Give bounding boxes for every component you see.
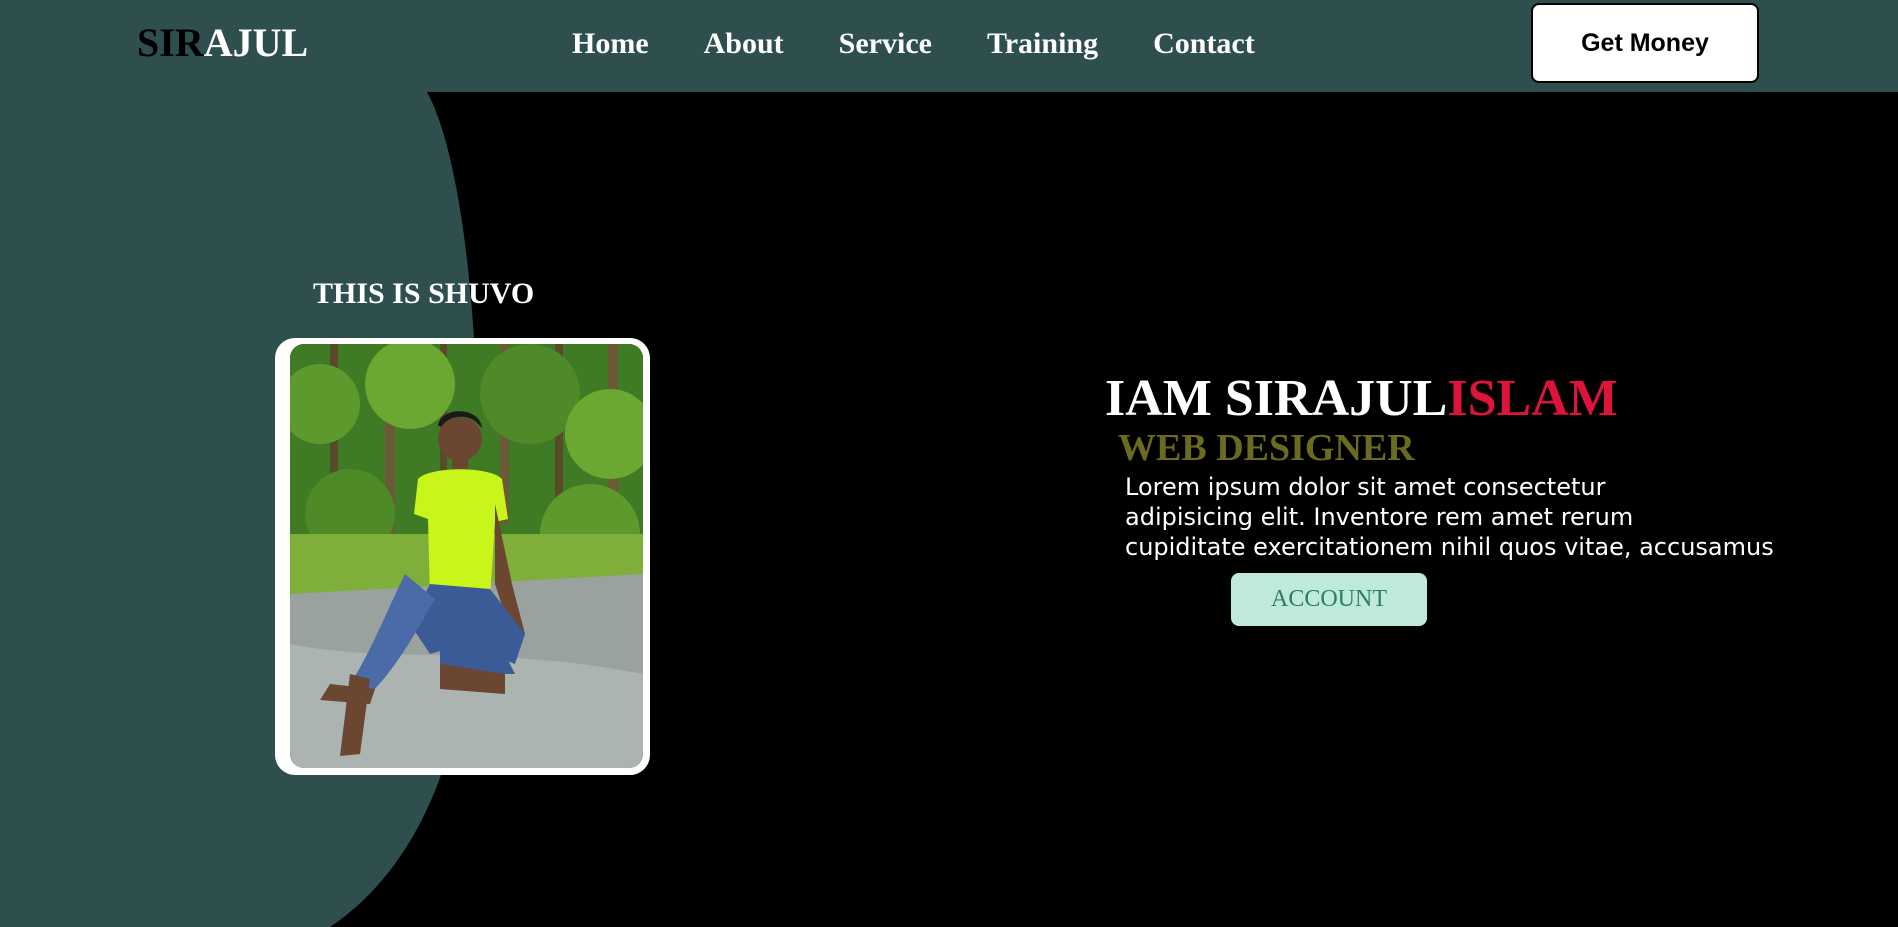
hero-heading-main: IAM SIRAJUL	[1105, 370, 1448, 427]
hero-text-line: Lorem ipsum dolor sit amet consectetur	[1125, 473, 1606, 501]
account-button[interactable]: ACCOUNT	[1231, 573, 1427, 626]
profile-photo	[290, 344, 643, 768]
profile-title: THIS IS SHUVO	[313, 277, 535, 310]
site-logo[interactable]: SIRAJUL	[137, 19, 308, 67]
hero-text-line: cupiditate exercitationem nihil quos vit…	[1125, 533, 1774, 561]
nav-training[interactable]: Training	[987, 22, 1098, 66]
logo-part-light: AJUL	[203, 20, 309, 65]
nav-home[interactable]: Home	[572, 22, 649, 66]
hero-heading-accent: ISLAM	[1447, 370, 1618, 427]
top-navbar: SIRAJUL Home About Service Training Cont…	[0, 0, 1898, 92]
get-money-button[interactable]: Get Money	[1531, 3, 1759, 83]
nav-about[interactable]: About	[704, 22, 784, 66]
profile-photo-frame	[275, 338, 650, 775]
nav-links: Home About Service Training Contact	[572, 22, 1310, 66]
hero-description: Lorem ipsum dolor sit amet consectetur a…	[1125, 472, 1825, 562]
nav-service[interactable]: Service	[839, 22, 932, 66]
page: SIRAJUL Home About Service Training Cont…	[0, 0, 1898, 927]
logo-part-dark: SIR	[137, 20, 204, 65]
hero-text-line: adipisicing elit. Inventore rem amet rer…	[1125, 503, 1634, 531]
hero-role: WEB DESIGNER	[1118, 427, 1415, 469]
hero-heading: IAM SIRAJULISLAM	[1105, 370, 1618, 428]
person-photo-icon	[290, 344, 643, 768]
nav-contact[interactable]: Contact	[1153, 22, 1255, 66]
